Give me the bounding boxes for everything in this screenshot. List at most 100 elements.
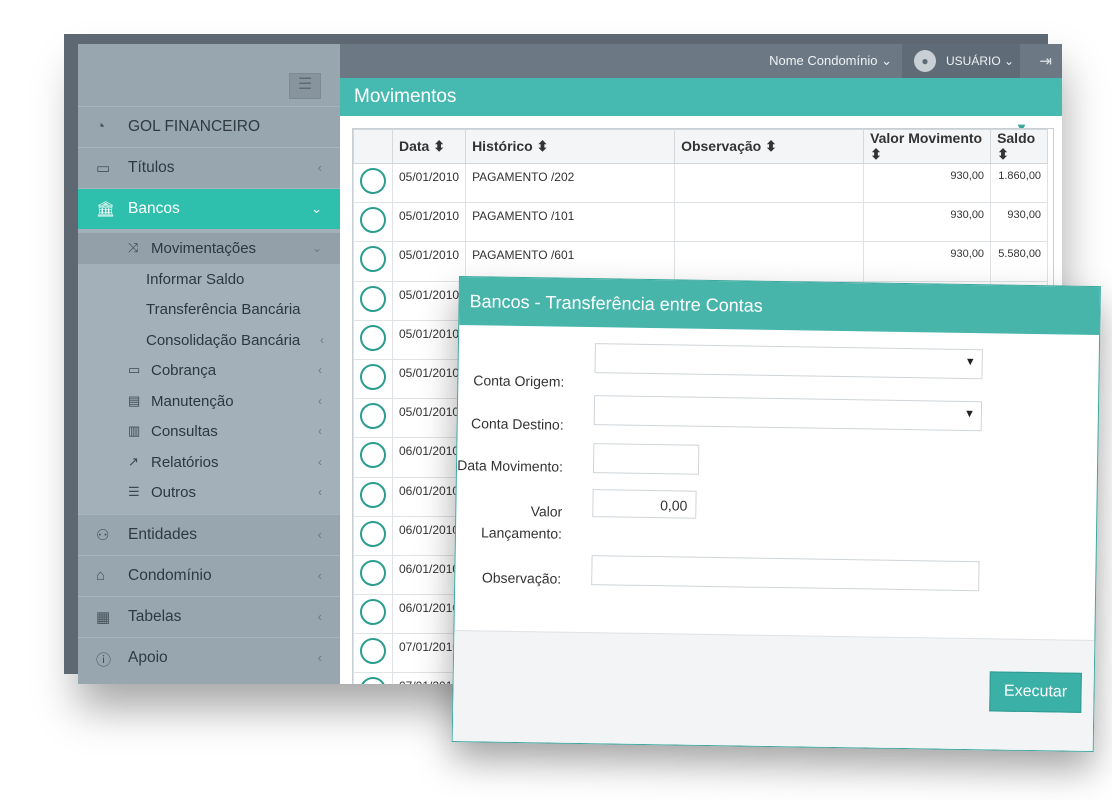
row-select-radio[interactable] [360,363,386,390]
users-icon: ⚇ [96,526,110,544]
submenu-item-transferencia-bancaria[interactable]: Transferência Bancária [78,294,340,325]
submenu-item-cobranca[interactable]: ▭ Cobrança ‹ [78,355,340,386]
cell-historico: PAGAMENTO /101 [465,202,676,243]
row-select-cell [353,515,393,556]
select-column-header [353,129,393,164]
cell-data: 05/01/2010 [391,358,467,400]
chevron-left-icon: ‹ [320,332,324,347]
page-title: Movimentos [354,86,457,107]
top-bar: Nome Condomínio ⌄ ● USUÁRIO ⌄ ⇥ [340,44,1062,78]
sidebar-item-titulos[interactable]: ▭ Títulos ‹ [78,147,340,188]
submenu-item-movimentacoes[interactable]: ⤨ Movimentações ⌄ [78,233,340,264]
cell-data: 05/01/2010 [391,398,467,439]
table-row[interactable]: 05/01/2010 PAGAMENTO /202 930,00 1.860,00 [353,162,1049,204]
chevron-left-icon: ‹ [318,363,322,377]
submenu-item-outros[interactable]: ☰ Outros ‹ [78,477,340,508]
valor-lancamento-input[interactable]: 0,00 [592,489,697,519]
row-select-radio[interactable] [360,403,386,430]
label-conta-origem: Conta Origem: [473,372,565,390]
bancos-submenu: ⤨ Movimentações ⌄ Informar Saldo Transfe… [78,229,340,514]
sidebar-item-entidades[interactable]: ⚇ Entidades ‹ [78,513,340,555]
sidebar: ☰ ◔ GOL FINANCEIRO ▭ Títulos ‹ 🏛 Bancos … [78,44,340,684]
table-row[interactable]: 05/01/2010 PAGAMENTO /101 930,00 930,00 [353,202,1049,243]
label-observacao: Observação: [481,569,562,587]
transfer-modal: Bancos - Transferência entre Contas Cont… [451,276,1101,753]
sidebar-item-apoio[interactable]: ⓘ Apoio ‹ [78,636,340,678]
table-icon: ▦ [96,608,111,626]
chevron-down-icon: ⌄ [881,53,892,68]
row-select-radio[interactable] [360,168,386,194]
line-chart-icon: ↗ [128,453,139,469]
sidebar-item-gol-financeiro[interactable]: ◔ GOL FINANCEIRO [78,106,340,147]
row-select-cell [353,398,393,439]
column-header-saldo[interactable]: Saldo ⬍ [990,129,1049,164]
row-select-cell [353,162,393,204]
conta-destino-select[interactable] [593,395,983,432]
modal-footer: Executar [452,629,1095,752]
info-icon: ⓘ [96,651,112,669]
hamburger-menu-icon[interactable]: ☰ [289,73,321,99]
row-select-radio[interactable] [360,599,386,626]
logout-icon[interactable]: ⇥ [1039,52,1052,70]
label-data-movimento: Data Movimento: [457,456,564,475]
submenu-item-manutencao[interactable]: ▤ Manutenção ‹ [78,386,340,417]
row-select-radio[interactable] [360,638,386,665]
row-select-radio[interactable] [360,559,386,586]
chevron-left-icon: ‹ [318,424,322,438]
cell-data: 06/01/2010 [391,437,467,478]
chevron-left-icon: ‹ [317,567,322,583]
submenu-item-consultas[interactable]: ▥ Consultas ‹ [78,416,340,447]
row-select-cell [353,319,393,360]
row-select-radio[interactable] [360,246,386,273]
sidebar-item-bancos[interactable]: 🏛 Bancos ⌄ [78,188,340,229]
column-header-historico[interactable]: Histórico ⬍ [465,129,676,164]
row-select-radio[interactable] [360,207,386,234]
chevron-left-icon: ‹ [318,393,322,408]
row-select-radio[interactable] [360,442,386,469]
modal-header: Bancos - Transferência entre Contas [459,277,1100,336]
row-select-radio[interactable] [360,481,386,508]
submenu-item-informar-saldo[interactable]: Informar Saldo [78,264,340,295]
user-menu[interactable]: ● USUÁRIO ⌄ [902,44,1020,78]
cell-historico: PAGAMENTO /202 [465,162,676,204]
row-select-cell [353,358,393,400]
chevron-left-icon: ‹ [317,608,322,624]
page-title-bar: Movimentos [340,78,1062,116]
bank-icon: 🏛 [96,201,116,218]
chevron-down-icon: ⌄ [311,241,322,255]
card-icon: ▭ [128,362,141,377]
row-select-radio[interactable] [360,520,386,547]
data-movimento-input[interactable] [592,443,700,475]
cell-historico: PAGAMENTO /601 [465,241,676,282]
user-label: USUÁRIO ⌄ [946,54,1015,68]
submenu-item-consolidacao-bancaria[interactable]: Consolidação Bancária ‹ [78,325,340,356]
cell-valor-movimento: 930,00 [863,202,992,243]
chevron-left-icon: ‹ [317,526,322,542]
row-select-radio[interactable] [360,285,386,312]
column-header-data[interactable]: Data ⬍ [391,129,467,164]
observacao-input[interactable] [591,555,980,592]
cell-saldo: 930,00 [990,202,1049,243]
cell-observacao [674,202,865,243]
conta-origem-select[interactable] [594,343,983,380]
chevron-left-icon: ‹ [317,649,322,665]
row-select-cell [353,554,393,596]
cell-observacao [674,241,865,282]
submenu-item-relatorios[interactable]: ↗ Relatórios ‹ [78,447,340,478]
sidebar-item-tabelas[interactable]: ▦ Tabelas ‹ [78,595,340,637]
column-header-observacao[interactable]: Observação ⬍ [674,129,865,164]
form-icon: ▤ [128,392,141,408]
row-select-cell [353,241,393,282]
condo-selector[interactable]: Nome Condomínio ⌄ [769,53,892,69]
shuffle-icon: ⤨ [128,240,139,255]
executar-button[interactable]: Executar [989,671,1082,713]
column-header-valor-movimento[interactable]: Valor Movimento ⬍ [863,129,992,164]
row-select-radio[interactable] [360,324,386,351]
sidebar-item-condominio[interactable]: ⌂ Condomínio ‹ [78,554,340,596]
chevron-left-icon: ‹ [318,454,322,469]
cell-data: 05/01/2010 [391,162,467,204]
row-select-radio[interactable] [360,677,386,684]
table-header-row: Data ⬍ Histórico ⬍ Observação ⬍ Valor Mo… [353,129,1049,164]
cell-data: 05/01/2010 [391,280,467,321]
table-row[interactable]: 05/01/2010 PAGAMENTO /601 930,00 5.580,00 [353,241,1049,282]
